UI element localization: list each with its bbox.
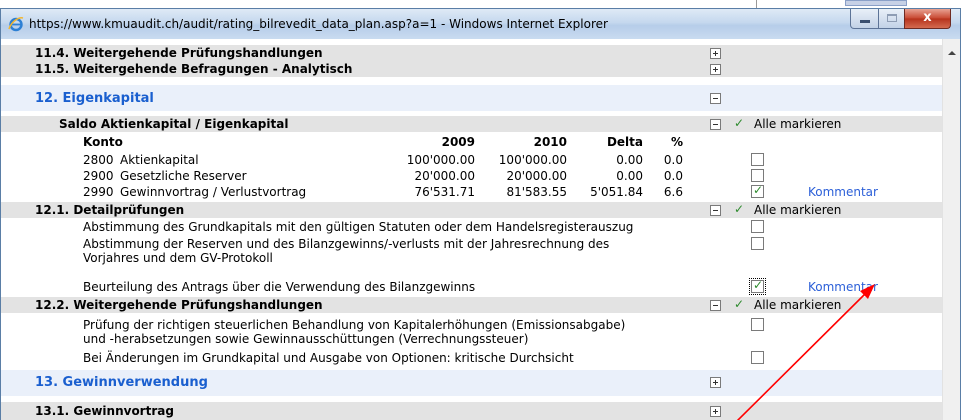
expand-icon[interactable] xyxy=(710,64,721,75)
mark-all-link[interactable]: Alle markieren xyxy=(754,203,841,217)
list-item: Abstimmung des Grundkapitals mit den gül… xyxy=(1,220,942,236)
section-label-11-5: 11.5. Weitergehende Befragungen - Analyt… xyxy=(35,62,353,76)
value-2009: 20'000.00 xyxy=(414,169,475,183)
collapse-icon[interactable] xyxy=(710,93,721,104)
value-percent: 6.6 xyxy=(663,185,683,199)
section-label-12-2: 12.2. Weitergehende Prüfungshandlungen xyxy=(35,298,323,312)
table-row: 2900 Gesetzliche Reserver 20'000.00 20'0… xyxy=(1,169,942,185)
collapse-icon[interactable] xyxy=(710,205,721,216)
col-header-2010: 2010 xyxy=(533,135,567,149)
section-row-12-1[interactable]: 12.1. Detailprüfungen ✓ Alle markieren xyxy=(1,202,942,218)
step-checkbox[interactable] xyxy=(751,351,764,364)
comment-link[interactable]: Kommentar xyxy=(808,185,878,199)
step-checkbox[interactable] xyxy=(751,318,764,331)
close-button[interactable]: x xyxy=(904,9,951,29)
value-2009: 76'531.71 xyxy=(414,185,475,199)
row-checkbox[interactable] xyxy=(751,183,764,198)
expand-icon[interactable] xyxy=(710,377,721,388)
collapse-icon[interactable] xyxy=(710,300,721,311)
page-content: 11.4. Weitergehende Prüfungshandlungen 1… xyxy=(1,39,942,420)
account-name: Aktienkapital xyxy=(120,153,199,167)
value-delta: 0.00 xyxy=(616,169,643,183)
account-name: Gesetzliche Reserver xyxy=(120,169,247,183)
value-percent: 0.0 xyxy=(663,153,683,167)
section-title-12: 12. Eigenkapital xyxy=(35,91,154,106)
checkmark-icon: ✓ xyxy=(734,116,745,130)
minimize-icon xyxy=(860,20,870,23)
table-row: 2800 Aktienkapital 100'000.00 100'000.00… xyxy=(1,153,942,169)
vertical-scrollbar[interactable] xyxy=(942,39,960,420)
title-bar[interactable]: https://www.kmuaudit.ch/audit/rating_bil… xyxy=(1,9,960,39)
table-header: Konto 2009 2010 Delta % xyxy=(1,134,942,150)
audit-step-text: Beurteilung des Antrags über die Verwend… xyxy=(83,280,476,294)
audit-step-text: Abstimmung des Grundkapitals mit den gül… xyxy=(83,220,634,234)
col-header-percent: % xyxy=(670,135,683,149)
section-row-12[interactable]: 12. Eigenkapital xyxy=(1,85,942,111)
expand-icon[interactable] xyxy=(710,406,721,417)
row-checkbox[interactable] xyxy=(751,169,764,182)
list-item: Prüfung der richtigen steuerlichen Behan… xyxy=(1,318,942,350)
audit-step-text: Bei Änderungen im Grundkapital und Ausga… xyxy=(83,351,574,365)
value-delta: 5'051.84 xyxy=(590,185,643,199)
background-thumbnail xyxy=(845,0,907,6)
row-checkbox[interactable] xyxy=(751,153,764,166)
list-item: Beurteilung des Antrags über die Verwend… xyxy=(1,278,942,296)
collapse-icon[interactable] xyxy=(710,119,721,130)
account-number: 2900 xyxy=(83,169,114,183)
section-label-11-4: 11.4. Weitergehende Prüfungshandlungen xyxy=(35,46,323,60)
value-2010: 20'000.00 xyxy=(506,169,567,183)
mark-all-link[interactable]: Alle markieren xyxy=(754,117,841,131)
checkmark-icon: ✓ xyxy=(734,202,745,216)
maximize-icon xyxy=(887,14,897,22)
minimize-button[interactable] xyxy=(850,9,879,29)
section-row-13[interactable]: 13. Gewinnverwendung xyxy=(1,370,942,396)
audit-step-text: Abstimmung der Reserven und des Bilanzge… xyxy=(83,237,610,251)
value-2010: 100'000.00 xyxy=(498,153,567,167)
value-2010: 81'583.55 xyxy=(506,185,567,199)
list-item: Abstimmung der Reserven und des Bilanzge… xyxy=(1,237,942,269)
section-row-13-1[interactable]: 13.1. Gewinnvortrag xyxy=(1,402,942,420)
table-row: 2990 Gewinnvortrag / Verlustvortrag 76'5… xyxy=(1,183,942,201)
value-2009: 100'000.00 xyxy=(406,153,475,167)
saldo-label: Saldo Aktienkapital / Eigenkapital xyxy=(59,117,289,131)
saldo-row: Saldo Aktienkapital / Eigenkapital ✓ All… xyxy=(1,116,942,132)
col-header-konto: Konto xyxy=(83,135,123,149)
section-label-12-1: 12.1. Detailprüfungen xyxy=(35,203,185,217)
section-row-12-2[interactable]: 12.2. Weitergehende Prüfungshandlungen ✓… xyxy=(1,297,942,313)
browser-window: https://www.kmuaudit.ch/audit/rating_bil… xyxy=(0,8,961,420)
mark-all-link[interactable]: Alle markieren xyxy=(754,298,841,312)
account-number: 2800 xyxy=(83,153,114,167)
list-item: Bei Änderungen im Grundkapital und Ausga… xyxy=(1,351,942,367)
col-header-delta: Delta xyxy=(606,135,643,149)
close-icon: x xyxy=(923,10,932,25)
section-label-13-1: 13.1. Gewinnvortrag xyxy=(35,404,174,418)
internet-explorer-icon xyxy=(8,17,24,32)
step-checkbox[interactable] xyxy=(751,237,764,250)
audit-step-text: Prüfung der richtigen steuerlichen Behan… xyxy=(83,318,626,332)
account-number: 2990 xyxy=(83,185,114,199)
step-checkbox[interactable] xyxy=(749,278,766,295)
scroll-up-arrow-icon[interactable] xyxy=(948,51,956,55)
account-name: Gewinnvortrag / Verlustvortrag xyxy=(120,185,307,199)
section-row-11-4[interactable]: 11.4. Weitergehende Prüfungshandlungen xyxy=(1,45,942,61)
col-header-2009: 2009 xyxy=(441,135,475,149)
expand-icon[interactable] xyxy=(710,48,721,59)
maximize-button[interactable] xyxy=(878,9,905,29)
value-delta: 0.00 xyxy=(616,153,643,167)
background-divider xyxy=(756,0,757,8)
value-percent: 0.0 xyxy=(663,169,683,183)
audit-step-text-cont: Vorjahres und dem GV-Protokoll xyxy=(83,251,273,265)
window-title: https://www.kmuaudit.ch/audit/rating_bil… xyxy=(29,17,608,31)
checkmark-icon: ✓ xyxy=(734,297,745,311)
audit-step-text-cont: und -herabsetzungen sowie Gewinnausschüt… xyxy=(83,332,529,346)
step-checkbox[interactable] xyxy=(751,220,764,233)
comment-link[interactable]: Kommentar xyxy=(808,280,878,294)
section-row-11-5[interactable]: 11.5. Weitergehende Befragungen - Analyt… xyxy=(1,61,942,77)
section-title-13: 13. Gewinnverwendung xyxy=(35,375,208,390)
